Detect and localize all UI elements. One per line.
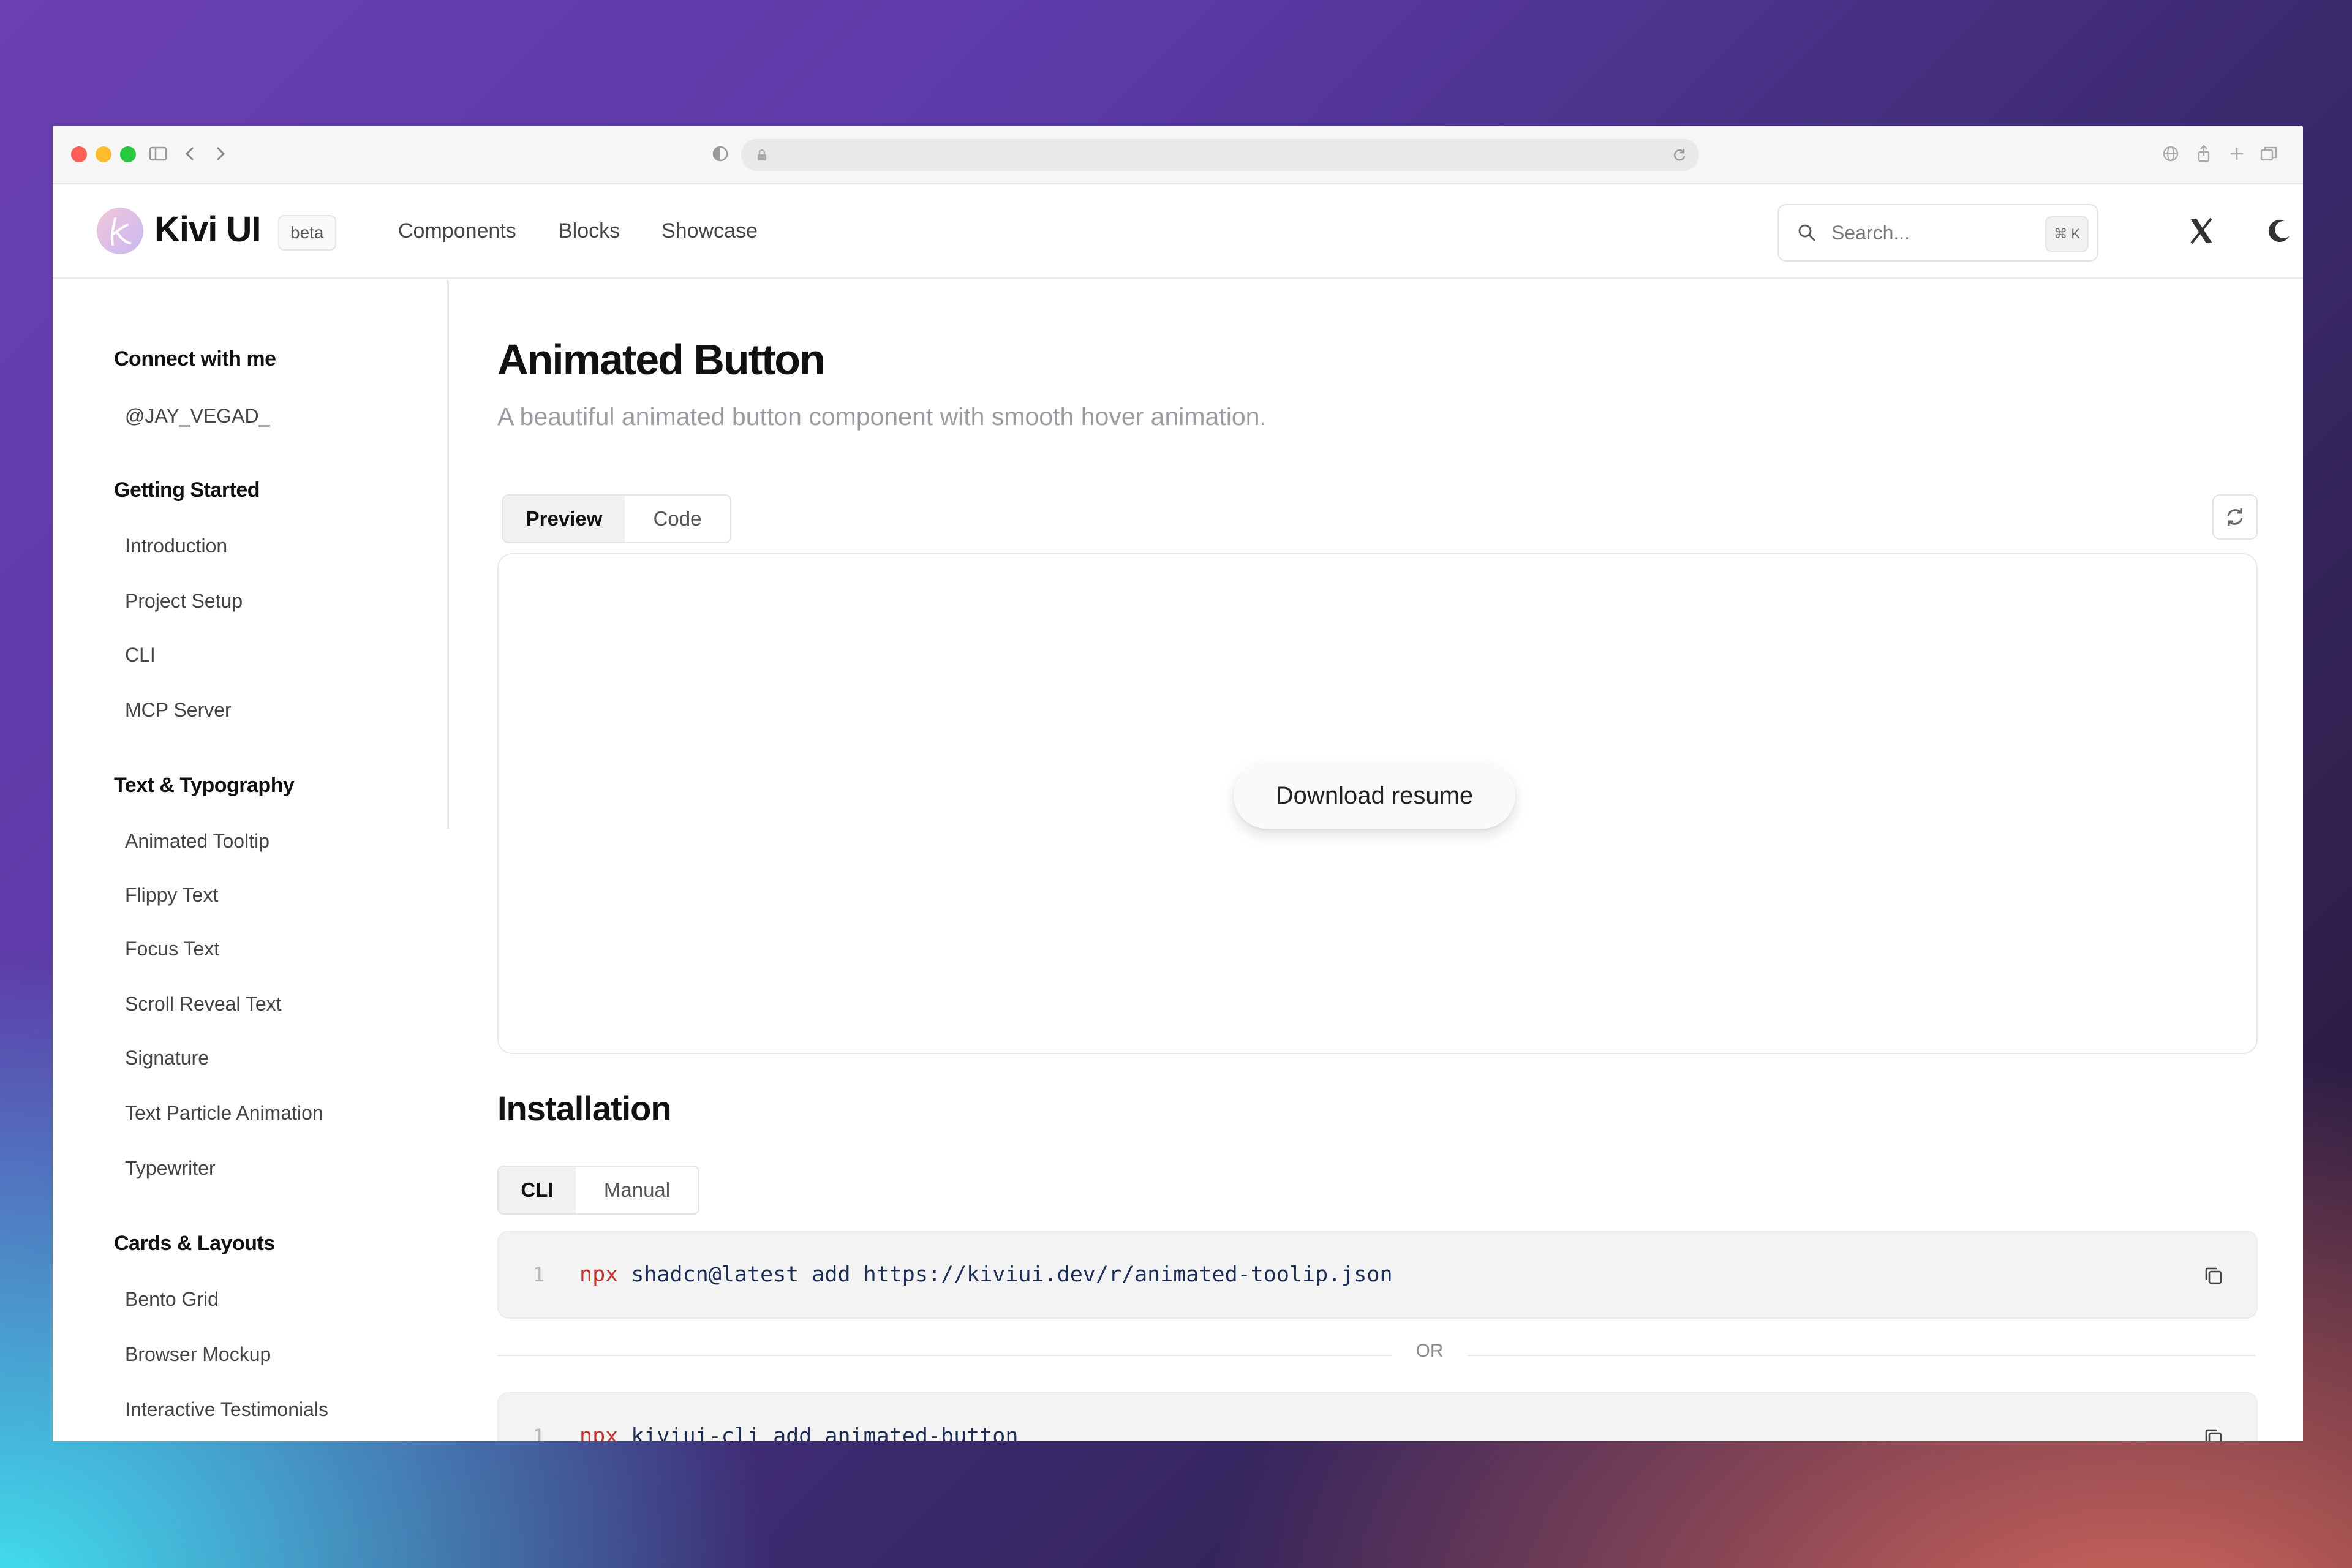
preview-code-tabs: Preview Code [502, 494, 731, 543]
close-window-button[interactable] [71, 146, 87, 162]
sidebar-item-cli[interactable]: CLI [125, 644, 156, 666]
nav-showcase[interactable]: Showcase [662, 184, 758, 277]
sidebar-item-introduction[interactable]: Introduction [125, 535, 227, 557]
nav-components[interactable]: Components [398, 184, 516, 277]
sidebar-item-scroll-reveal-text[interactable]: Scroll Reveal Text [125, 993, 282, 1016]
refresh-icon [2227, 508, 2243, 526]
sidebar-item-flippy-text[interactable]: Flippy Text [125, 884, 218, 907]
sidebar-section-getting-started: Getting Started [114, 478, 260, 502]
copy-icon[interactable] [2201, 1264, 2226, 1288]
copy-icon[interactable] [2201, 1425, 2226, 1441]
moon-theme-icon[interactable] [2261, 213, 2298, 249]
browser-window: Kivi UI beta Components Blocks Showcase … [53, 126, 2303, 1441]
code-block-shadcn: 1 npx shadcn@latest add https://kiviui.d… [497, 1231, 2258, 1319]
sidebar-item-bento-grid[interactable]: Bento Grid [125, 1288, 219, 1311]
installation-heading: Installation [497, 1089, 672, 1128]
reload-icon[interactable] [1671, 146, 1688, 164]
sidebar-section-text-typography: Text & Typography [114, 774, 295, 797]
beta-badge: beta [278, 215, 336, 251]
sidebar-item-animated-tooltip[interactable]: Animated Tooltip [125, 830, 270, 853]
logo-k-mark-icon [111, 217, 131, 246]
code-block-kiviui-cli: 1 npx kiviui-cli add animated-button [497, 1392, 2258, 1441]
x-twitter-icon[interactable] [2183, 213, 2220, 249]
line-number: 1 [533, 1425, 545, 1441]
sidebar-item-mcp-server[interactable]: MCP Server [125, 699, 232, 722]
sidebar-item-jay-vegad[interactable]: @JAY_VEGAD_ [125, 405, 270, 428]
sidebar-section-connect: Connect with me [114, 347, 276, 371]
divider-right [1468, 1355, 2255, 1356]
search-icon [1798, 224, 1815, 241]
install-command[interactable]: npx kiviui-cli add animated-button [579, 1393, 1018, 1441]
search-placeholder: Search... [1831, 222, 1910, 244]
sidebar-item-typewriter[interactable]: Typewriter [125, 1157, 216, 1180]
refresh-preview-button[interactable] [2212, 494, 2258, 540]
sidebar-item-interactive-testimonials[interactable]: Interactive Testimonials [125, 1398, 328, 1421]
install-command[interactable]: npx shadcn@latest add https://kiviui.dev… [579, 1232, 1393, 1317]
tab-overview-icon[interactable] [2258, 143, 2280, 165]
tab-preview[interactable]: Preview [503, 496, 625, 542]
page-title: Animated Button [497, 336, 826, 383]
browser-toolbar [53, 126, 2303, 184]
sidebar [53, 279, 448, 1441]
command-args: kiviui-cli add animated-button [618, 1424, 1019, 1441]
translate-globe-icon[interactable] [2160, 143, 2182, 165]
install-tabs: CLI Manual [497, 1166, 699, 1215]
page-description: A beautiful animated button component wi… [497, 402, 1267, 431]
search-input[interactable]: Search... ⌘ K [1777, 204, 2098, 262]
command-keyword: npx [579, 1424, 619, 1441]
lock-icon [758, 149, 766, 160]
tab-manual[interactable]: Manual [576, 1167, 698, 1213]
brand-name[interactable]: Kivi UI [154, 209, 261, 250]
command-keyword: npx [579, 1262, 619, 1287]
sidebar-scrollbar[interactable] [447, 280, 449, 829]
forward-icon[interactable] [209, 143, 232, 165]
nav-blocks[interactable]: Blocks [559, 184, 620, 277]
zoom-window-button[interactable] [120, 146, 136, 162]
sidebar-item-browser-mockup[interactable]: Browser Mockup [125, 1343, 271, 1366]
sidebar-section-cards-layouts: Cards & Layouts [114, 1232, 275, 1255]
reader-mode-icon[interactable] [709, 143, 731, 165]
tab-code[interactable]: Code [625, 496, 730, 542]
new-tab-icon[interactable] [2226, 143, 2248, 165]
sidebar-item-focus-text[interactable]: Focus Text [125, 938, 219, 960]
command-args: shadcn@latest add https://kiviui.dev/r/a… [618, 1262, 1393, 1287]
kivi-logo[interactable] [97, 208, 143, 254]
download-resume-button[interactable]: Download resume [1234, 763, 1515, 829]
address-bar[interactable] [741, 139, 1699, 171]
line-number: 1 [533, 1263, 545, 1286]
site-header: Kivi UI beta Components Blocks Showcase … [53, 184, 2303, 279]
sidebar-item-signature[interactable]: Signature [125, 1047, 209, 1069]
sidebar-toggle-icon[interactable] [147, 143, 169, 165]
back-icon[interactable] [179, 143, 201, 165]
tab-cli[interactable]: CLI [499, 1167, 576, 1213]
or-separator: OR [1415, 1341, 1444, 1361]
share-icon[interactable] [2193, 143, 2215, 165]
minimize-window-button[interactable] [96, 146, 111, 162]
sidebar-item-project-setup[interactable]: Project Setup [125, 590, 243, 612]
search-shortcut-badge: ⌘ K [2045, 216, 2089, 252]
divider-left [497, 1355, 1392, 1356]
sidebar-item-text-particle-animation[interactable]: Text Particle Animation [125, 1102, 323, 1125]
preview-panel: Download resume [497, 553, 2258, 1054]
